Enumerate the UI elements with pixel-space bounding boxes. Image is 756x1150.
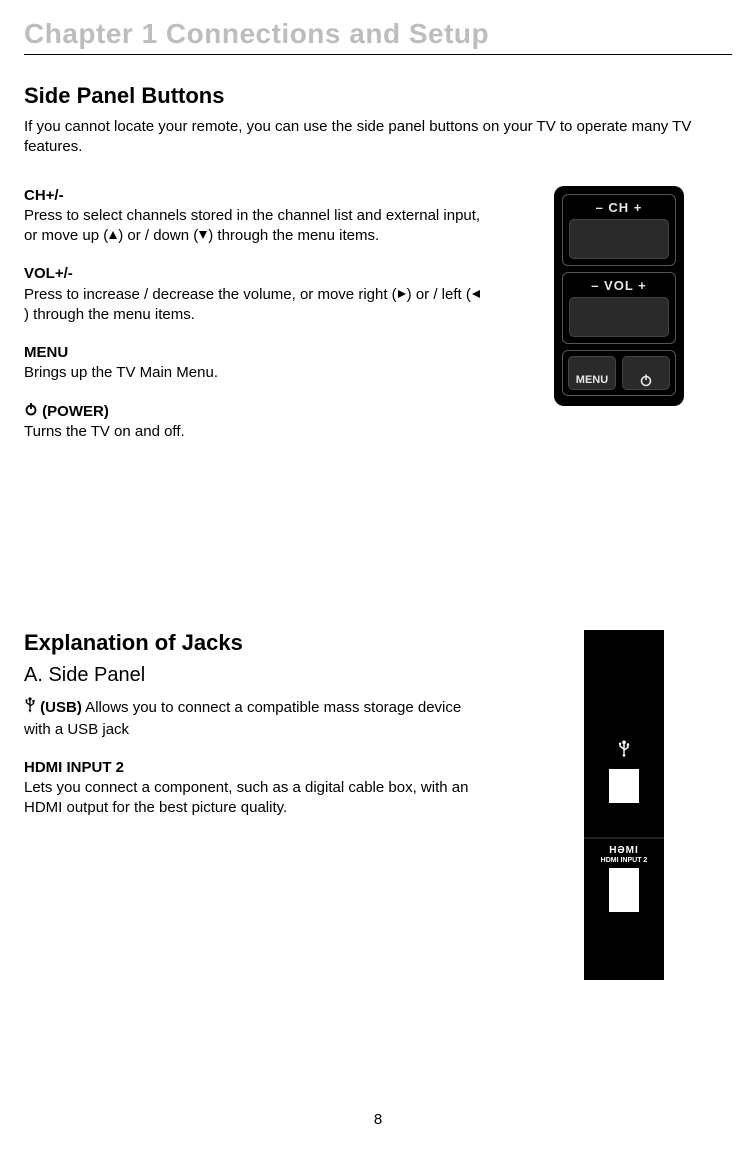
section2-subheading: A. Side Panel — [24, 664, 484, 687]
fn-vol-body-a: Press to increase / decrease the volume,… — [24, 286, 397, 303]
usb-icon — [24, 697, 36, 719]
fn-power-title: (POWER) — [42, 403, 109, 420]
power-icon — [24, 402, 38, 422]
remote-vol-rocker — [569, 297, 669, 337]
chapter-title: Chapter 1 Connections and Setup — [24, 18, 732, 50]
remote-ch-rocker — [569, 219, 669, 259]
triangle-down-icon — [198, 226, 208, 246]
fn-menu: MENU Brings up the TV Main Menu. — [24, 343, 484, 384]
fn-menu-title: MENU — [24, 343, 484, 363]
triangle-left-icon — [471, 285, 481, 305]
triangle-up-icon — [108, 226, 118, 246]
fn-hdmi-title: HDMI INPUT 2 — [24, 758, 484, 778]
jack-panel-illustration: HƏMI HDMI INPUT 2 — [584, 630, 664, 980]
fn-ch-body-b: ) or / down ( — [118, 227, 198, 244]
jack-hdmi-label: HDMI INPUT 2 — [601, 857, 648, 864]
fn-hdmi-body: Lets you connect a component, such as a … — [24, 779, 468, 816]
remote-power-icon — [639, 373, 653, 387]
fn-usb-body: Allows you to connect a compatible mass … — [24, 699, 461, 737]
fn-menu-body: Brings up the TV Main Menu. — [24, 364, 218, 381]
jack-hdmi-logo: HƏMI — [609, 845, 639, 856]
fn-hdmi: HDMI INPUT 2 Lets you connect a componen… — [24, 758, 484, 819]
remote-vol-label: – VOL + — [569, 278, 669, 293]
fn-usb-title: (USB) — [40, 699, 82, 716]
jack-usb-port — [609, 769, 639, 803]
fn-vol-body-b: ) or / left ( — [407, 286, 471, 303]
fn-vol-body-c: ) through the menu items. — [24, 306, 195, 323]
triangle-right-icon — [397, 285, 407, 305]
fn-ch-body-c: ) through the menu items. — [208, 227, 379, 244]
fn-usb: (USB) Allows you to connect a compatible… — [24, 697, 484, 740]
fn-vol: VOL+/- Press to increase / decrease the … — [24, 264, 484, 325]
section1-intro: If you cannot locate your remote, you ca… — [24, 117, 724, 158]
fn-vol-title: VOL+/- — [24, 264, 484, 284]
remote-ch-group: – CH + — [562, 194, 676, 266]
section1-heading: Side Panel Buttons — [24, 83, 732, 109]
jack-usb-icon — [584, 740, 664, 763]
jack-hdmi-port — [609, 868, 639, 912]
fn-power-body: Turns the TV on and off. — [24, 423, 185, 440]
remote-vol-group: – VOL + — [562, 272, 676, 344]
section2-heading: Explanation of Jacks — [24, 630, 484, 656]
fn-ch: CH+/- Press to select channels stored in… — [24, 186, 484, 247]
remote-illustration: – CH + – VOL + MENU — [554, 186, 684, 406]
fn-ch-title: CH+/- — [24, 186, 484, 206]
remote-bottom-group: MENU — [562, 350, 676, 396]
remote-ch-label: – CH + — [569, 200, 669, 215]
remote-power-btn — [622, 356, 670, 390]
fn-power: (POWER) Turns the TV on and off. — [24, 402, 484, 443]
remote-menu-btn: MENU — [568, 356, 616, 390]
page-number: 8 — [0, 1111, 756, 1128]
divider — [24, 54, 732, 55]
